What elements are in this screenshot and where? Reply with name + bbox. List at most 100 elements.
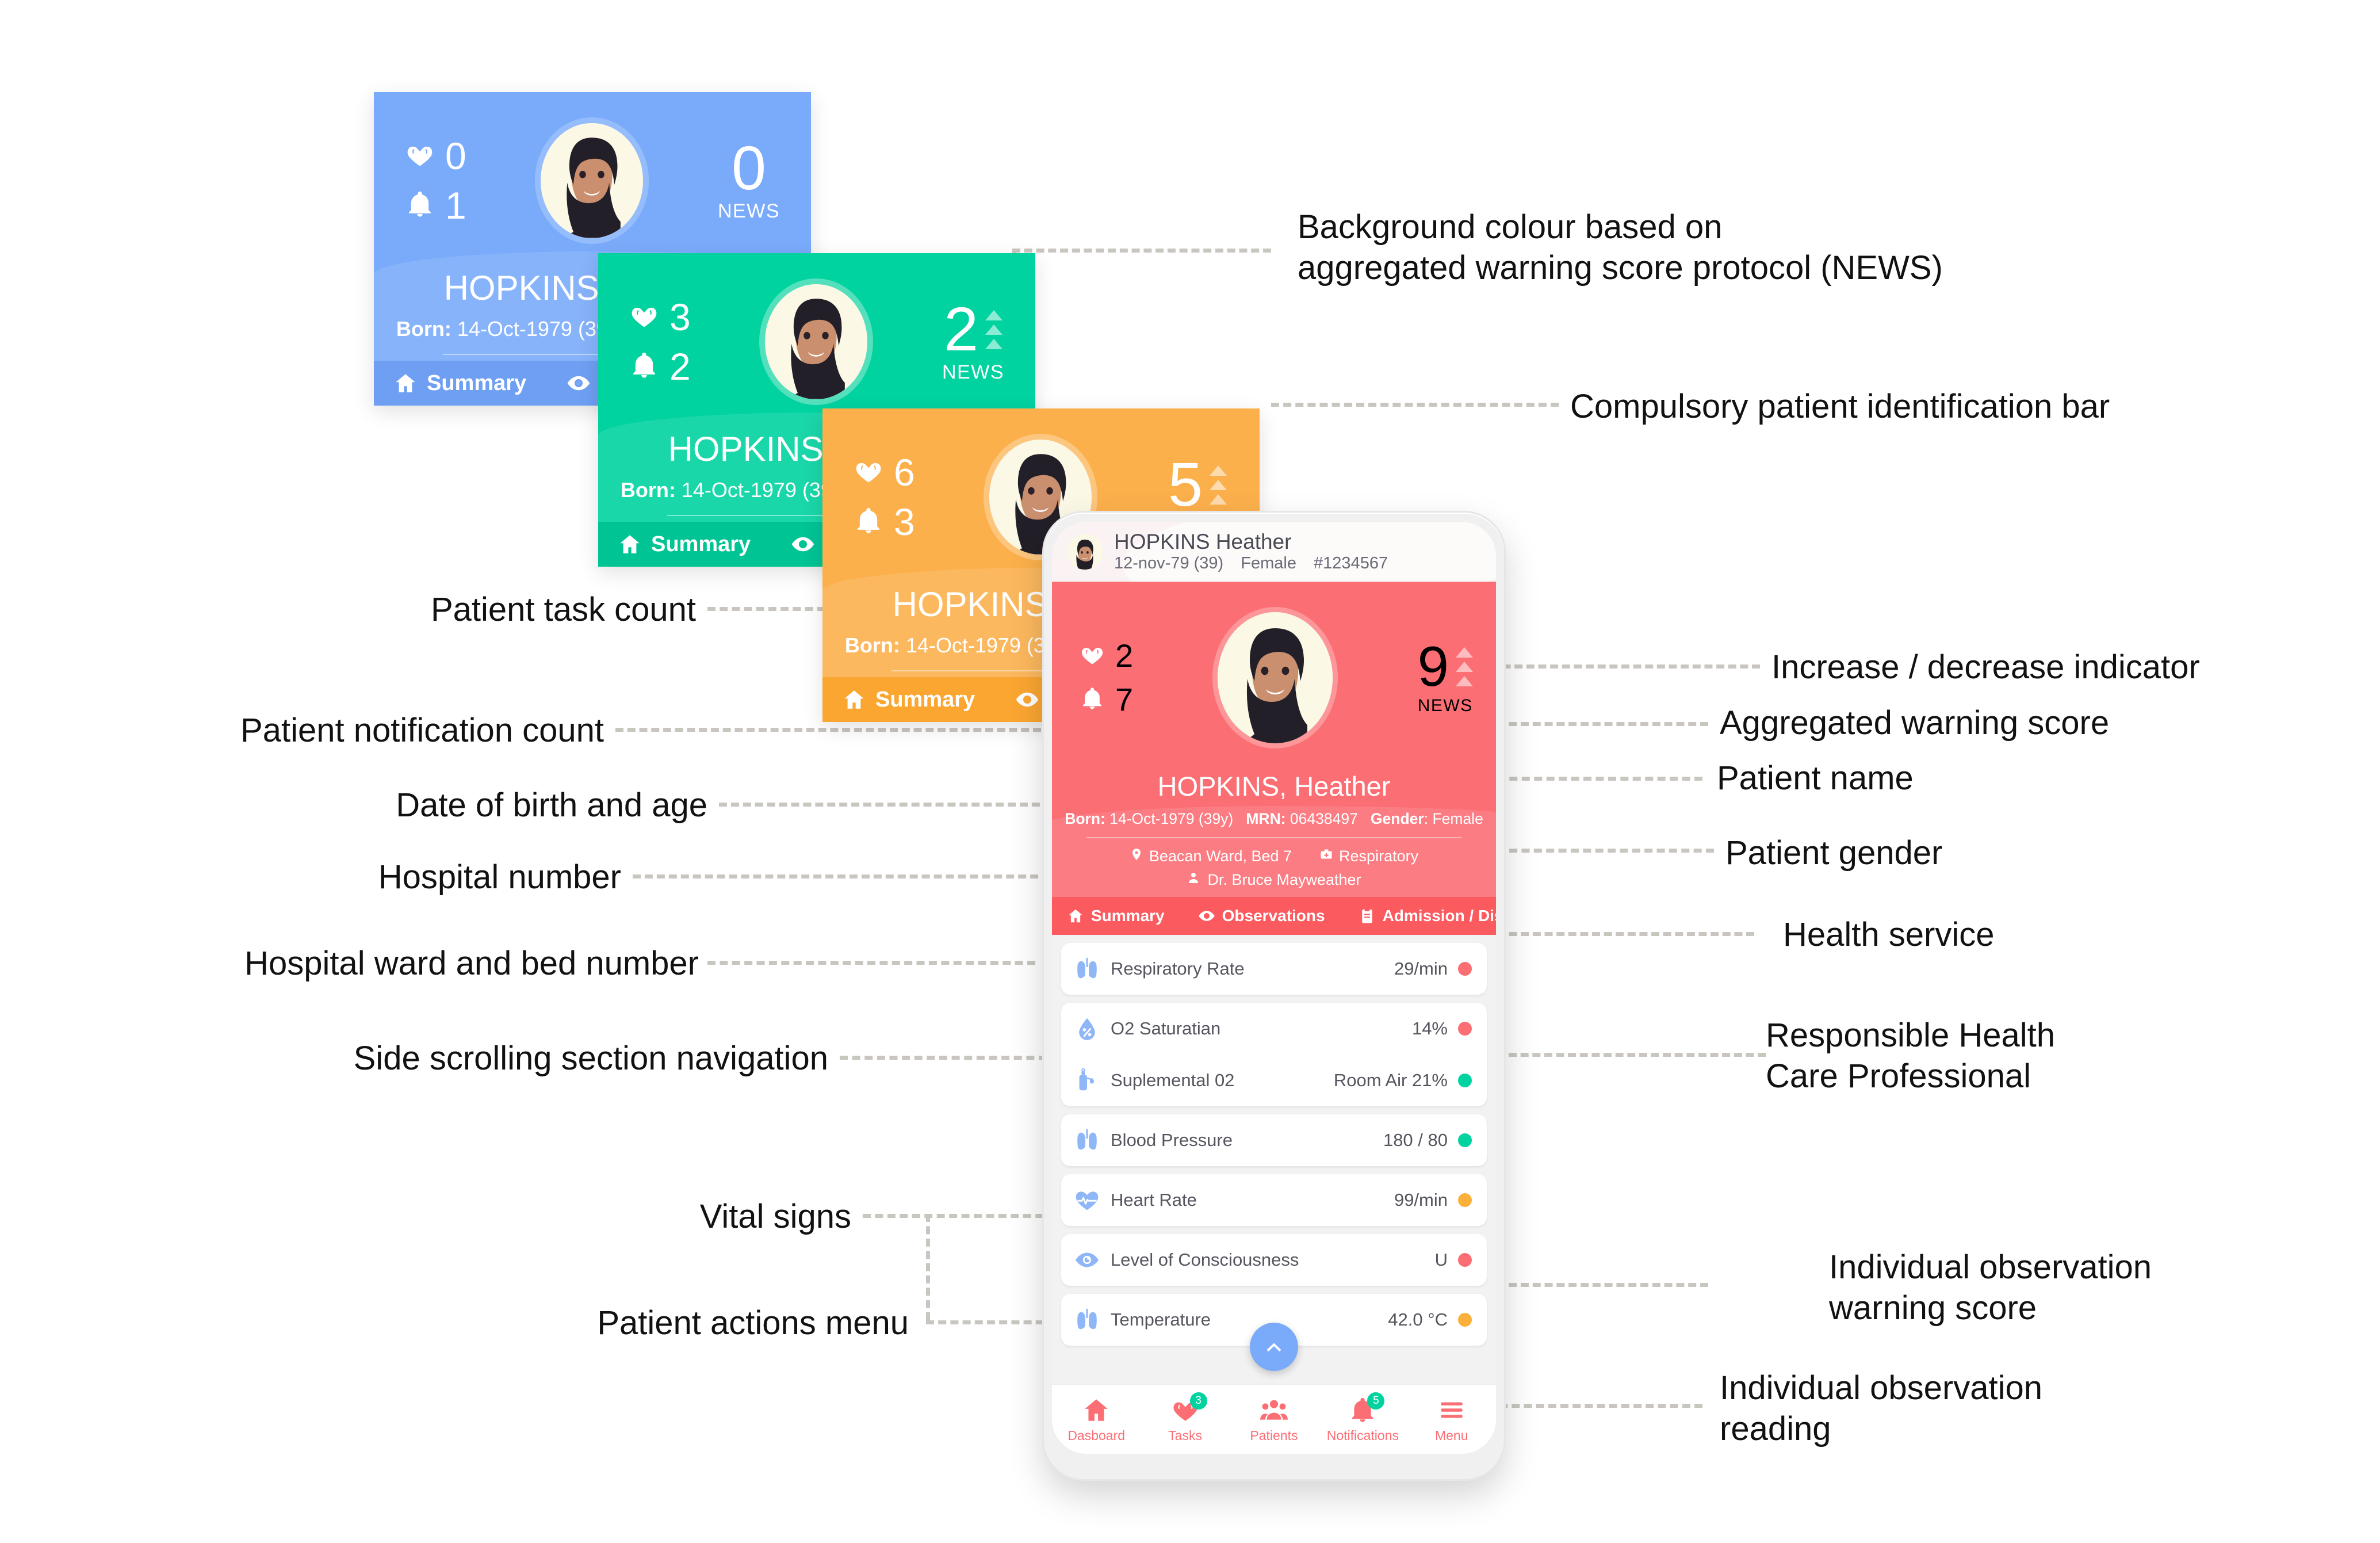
vital-label: O2 Saturatian bbox=[1111, 1018, 1221, 1038]
patient-actions-menu-button[interactable] bbox=[1250, 1323, 1298, 1371]
vital-row-o2-saturation[interactable]: O2 Saturatian 14% bbox=[1061, 1003, 1487, 1055]
tab-admission[interactable]: Admission / Disch bbox=[1359, 907, 1496, 925]
vital-value: 180 / 80 bbox=[1383, 1130, 1448, 1150]
tab-admission-label: Admission / Disch bbox=[1382, 907, 1496, 925]
status-badge bbox=[1458, 1133, 1472, 1147]
status-badge bbox=[1458, 1193, 1472, 1207]
news-row: 9 bbox=[1417, 638, 1473, 695]
nav-summary[interactable]: Summary bbox=[618, 532, 751, 557]
vital-label: Temperature bbox=[1111, 1309, 1211, 1330]
status-badge bbox=[1458, 1253, 1472, 1267]
avatar bbox=[1212, 607, 1338, 748]
news-value: 5 bbox=[1168, 449, 1203, 520]
bottom-tab-bar[interactable]: Dasboard 3 Tasks Patients 5 Notification… bbox=[1052, 1384, 1496, 1454]
vital-row-consciousness[interactable]: Level of Consciousness U bbox=[1061, 1234, 1487, 1286]
task-count-value: 3 bbox=[669, 296, 691, 338]
tabbar-item-patients[interactable]: Patients bbox=[1234, 1396, 1314, 1443]
news-label: NEWS bbox=[718, 200, 780, 222]
nav-summary[interactable]: Summary bbox=[393, 371, 526, 396]
ward-value: Beacan Ward, Bed 7 bbox=[1149, 847, 1292, 865]
news-row: 0 bbox=[731, 133, 767, 203]
patient-photo bbox=[1067, 534, 1103, 570]
card-counts: 6 3 bbox=[854, 453, 915, 541]
tabbar-item-dashboard[interactable]: Dasboard bbox=[1056, 1396, 1137, 1443]
idbar-dob: 12-nov-79 (39) bbox=[1114, 553, 1224, 572]
pin-icon bbox=[1130, 847, 1143, 865]
nav-summary[interactable]: Summary bbox=[842, 688, 975, 712]
chevron-up-icon bbox=[1266, 1343, 1281, 1352]
leader-line bbox=[926, 1214, 930, 1320]
vital-value: 42.0 °C bbox=[1388, 1309, 1448, 1330]
annotation-responsible-hcp: Responsible Health Care Professional bbox=[1766, 1017, 2055, 1095]
annotation-id-bar: Compulsory patient identification bar bbox=[1570, 388, 2110, 425]
oxygen-tank-icon bbox=[1074, 1067, 1111, 1094]
vital-value: U bbox=[1434, 1250, 1448, 1270]
leader-line bbox=[707, 961, 1035, 965]
phone-screen: HOPKINS Heather 12-nov-79 (39) Female #1… bbox=[1052, 522, 1496, 1454]
service-value: Respiratory bbox=[1339, 847, 1419, 865]
section-nav[interactable]: Summary Observations Admission / Disch bbox=[1052, 897, 1496, 935]
notification-count-value: 3 bbox=[894, 501, 915, 543]
people-icon bbox=[1260, 1396, 1288, 1424]
tasks-badge: 3 bbox=[1189, 1392, 1207, 1410]
card-top: 3 2 2 NEWS bbox=[598, 253, 1035, 405]
heart-hands-icon bbox=[629, 301, 659, 334]
leader-line bbox=[1472, 777, 1702, 781]
task-count: 3 bbox=[629, 298, 691, 336]
notification-count[interactable]: 7 bbox=[1080, 683, 1133, 716]
task-count-value: 6 bbox=[894, 451, 915, 494]
eye-icon bbox=[1198, 907, 1215, 925]
annotation-hospital-number: Hospital number bbox=[378, 858, 621, 896]
annotation-health-service: Health service bbox=[1783, 916, 1995, 953]
idbar-text: HOPKINS Heather 12-nov-79 (39) Female #1… bbox=[1114, 530, 1401, 574]
bell-icon bbox=[854, 506, 883, 538]
vital-label: Level of Consciousness bbox=[1111, 1250, 1299, 1270]
illustration-canvas: 0 1 0 NEWS HOPKINS, Heather Born: 14-Oct… bbox=[0, 0, 2380, 1543]
tab-summary-label: Summary bbox=[1091, 907, 1165, 925]
tabbar-item-tasks[interactable]: 3 Tasks bbox=[1145, 1392, 1226, 1443]
tab-observations[interactable]: Observations bbox=[1198, 907, 1325, 925]
increase-decrease-indicator bbox=[985, 310, 1003, 349]
annotation-notification-count: Patient notification count bbox=[240, 712, 604, 749]
vital-group: Level of Consciousness U bbox=[1061, 1234, 1487, 1286]
annotation-increase-decrease: Increase / decrease indicator bbox=[1771, 648, 2200, 686]
status-badge bbox=[1458, 1074, 1472, 1087]
tab-summary[interactable]: Summary bbox=[1067, 907, 1165, 925]
card-counts: 0 1 bbox=[405, 137, 466, 224]
patient-photo bbox=[765, 284, 868, 399]
annotation-dob-age: Date of birth and age bbox=[396, 786, 707, 824]
news-score: 9 NEWS bbox=[1417, 638, 1473, 715]
annotation-obs-reading: Individual observation reading bbox=[1720, 1369, 2043, 1447]
vital-row-blood-pressure[interactable]: Blood Pressure 180 / 80 bbox=[1061, 1114, 1487, 1166]
eye-icon bbox=[1015, 688, 1039, 712]
annotation-patient-name: Patient name bbox=[1717, 759, 1914, 797]
eye-icon bbox=[567, 371, 591, 395]
phone-mockup: HOPKINS Heather 12-nov-79 (39) Female #1… bbox=[1042, 511, 1506, 1481]
bell-icon bbox=[629, 350, 659, 383]
home-icon bbox=[393, 371, 418, 395]
vital-row-heart-rate[interactable]: Heart Rate 99/min bbox=[1061, 1174, 1487, 1226]
news-value: 0 bbox=[731, 133, 767, 203]
tabbar-label: Tasks bbox=[1168, 1427, 1202, 1443]
person-icon bbox=[1187, 871, 1200, 889]
vital-row-respiratory-rate[interactable]: Respiratory Rate 29/min bbox=[1061, 943, 1487, 995]
born-label: Born: bbox=[396, 317, 451, 341]
news-label: NEWS bbox=[942, 361, 1004, 383]
patient-identification-bar[interactable]: HOPKINS Heather 12-nov-79 (39) Female #1… bbox=[1052, 522, 1496, 582]
hero-counts: 2 7 bbox=[1080, 640, 1133, 716]
born-value: 14-Oct-1979 (39y) bbox=[1109, 810, 1234, 827]
task-count[interactable]: 2 bbox=[1080, 640, 1133, 672]
idbar-gender: Female bbox=[1241, 553, 1296, 572]
patient-photo bbox=[541, 123, 644, 238]
responsible-clinician: Dr. Bruce Mayweather bbox=[1052, 871, 1496, 897]
status-badge bbox=[1458, 1022, 1472, 1036]
vital-row-supplemental-o2[interactable]: Suplemental 02 Room Air 21% bbox=[1061, 1055, 1487, 1106]
notification-count-value: 7 bbox=[1115, 681, 1134, 717]
increase-decrease-indicator bbox=[1455, 647, 1473, 686]
tabbar-item-menu[interactable]: Menu bbox=[1411, 1396, 1492, 1443]
task-count: 6 bbox=[854, 453, 915, 491]
annotation-side-nav: Side scrolling section navigation bbox=[353, 1040, 828, 1077]
tabbar-item-notifications[interactable]: 5 Notifications bbox=[1322, 1392, 1403, 1443]
heart-hands-icon bbox=[854, 456, 883, 489]
vital-group: Respiratory Rate 29/min bbox=[1061, 943, 1487, 995]
